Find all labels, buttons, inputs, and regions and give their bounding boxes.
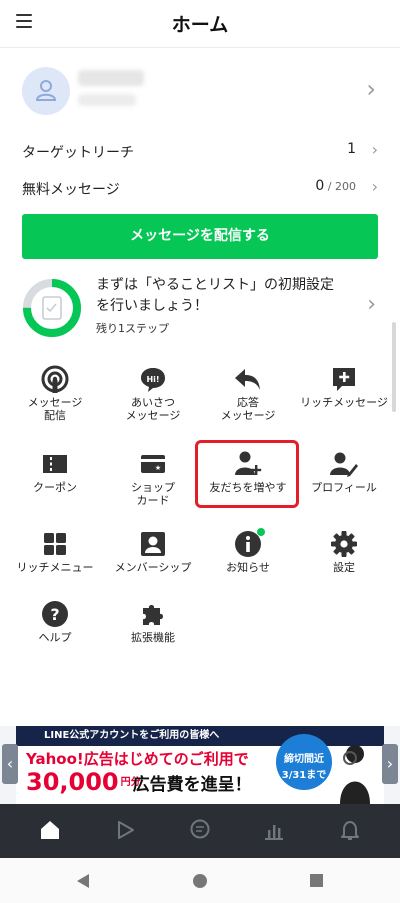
stat-value: 1 — [347, 141, 356, 157]
menu-label: ショップ カード — [131, 481, 175, 507]
highlight-box — [195, 440, 299, 508]
coupon-icon — [43, 455, 67, 473]
menu-label: 設定 — [333, 561, 355, 574]
bell-icon — [341, 821, 359, 840]
menu-item-settings[interactable]: 設定 — [294, 530, 394, 610]
todo-remaining: 残り1ステップ — [96, 322, 169, 335]
recents-icon[interactable] — [309, 873, 324, 888]
send-message-button[interactable]: メッセージを配信する — [22, 214, 378, 259]
menu-label: クーポン — [33, 481, 77, 494]
tab-chat-start[interactable] — [85, 804, 165, 858]
account-row[interactable]: › — [0, 60, 400, 124]
account-name-redacted — [78, 70, 144, 86]
puzzle-icon — [143, 605, 163, 625]
menu-item-shop-card[interactable]: ★ ショップ カード — [103, 450, 203, 530]
menu-label: 応答 メッセージ — [220, 396, 276, 422]
rich-message-icon — [333, 368, 355, 391]
play-icon — [118, 821, 134, 839]
menu-label: リッチメッセージ — [300, 396, 388, 409]
svg-text:Hi!: Hi! — [146, 375, 159, 384]
account-id-redacted — [78, 94, 136, 106]
chevron-right-icon: › — [366, 75, 376, 103]
banner-next-button[interactable]: › — [382, 744, 398, 784]
back-icon[interactable] — [76, 873, 90, 889]
menu-item-rich-menu[interactable]: リッチメニュー — [5, 530, 105, 610]
menu-item-notices[interactable]: お知らせ — [198, 530, 298, 610]
chevron-right-icon: › — [371, 177, 378, 196]
banner-content: LINE公式アカウントをご利用の皆様へ Yahoo!広告はじめてのご利用で 30… — [16, 726, 384, 804]
home-circle-icon[interactable] — [192, 873, 208, 889]
menu-label: メンバーシップ — [114, 561, 192, 574]
tab-notifications[interactable] — [310, 804, 390, 858]
menu-item-membership[interactable]: メンバーシップ — [103, 530, 203, 610]
membership-icon — [141, 532, 165, 556]
reply-icon — [235, 369, 260, 390]
svg-text:★: ★ — [155, 464, 161, 472]
chat-icon — [190, 819, 210, 839]
chart-icon — [265, 825, 283, 840]
menu-item-reply[interactable]: 応答 メッセージ — [198, 365, 298, 445]
stat-label: ターゲットリーチ — [22, 145, 134, 161]
person-illustration — [340, 745, 370, 804]
banner-headline: Yahoo!広告はじめてのご利用で — [26, 750, 249, 768]
chevron-right-icon: › — [367, 292, 376, 317]
home-icon — [41, 821, 59, 839]
progress-ring — [23, 279, 81, 337]
deadline-badge: 締切間近 3/31まで — [276, 734, 332, 790]
menu-item-coupon[interactable]: クーポン — [5, 450, 105, 530]
svg-text:?: ? — [50, 605, 59, 624]
tab-home[interactable] — [10, 804, 90, 858]
menu-item-extensions[interactable]: 拡張機能 — [103, 600, 203, 680]
banner-offer: 30,000 円分広告費を進呈！ — [26, 768, 252, 796]
menu-item-profile[interactable]: プロフィール — [294, 450, 394, 530]
banner-top-text: LINE公式アカウントをご利用の皆様へ — [44, 730, 220, 741]
menu-label: リッチメニュー — [16, 561, 94, 574]
ad-banner[interactable]: LINE公式アカウントをご利用の皆様へ Yahoo!広告はじめてのご利用で 30… — [0, 726, 400, 804]
bottom-tab-bar — [0, 804, 400, 858]
help-icon: ? — [42, 601, 68, 627]
menu-label: あいさつ メッセージ — [125, 396, 181, 422]
system-navigation-bar — [0, 858, 400, 903]
menu-label: メッセージ 配信 — [27, 396, 83, 422]
menu-label: お知らせ — [226, 561, 270, 574]
page-title: ホーム — [171, 14, 229, 36]
chevron-right-icon: › — [371, 140, 378, 159]
menu-item-greeting[interactable]: Hi! あいさつ メッセージ — [103, 365, 203, 445]
banner-prev-button[interactable]: ‹ — [2, 744, 18, 784]
stat-free-messages[interactable]: 無料メッセージ 0 / 200 › — [22, 173, 378, 203]
todo-list-card[interactable]: まずは「やることリスト」の初期設定を行いましょう！ 残り1ステップ › — [0, 270, 400, 345]
stat-target-reach[interactable]: ターゲットリーチ 1 › — [22, 136, 378, 166]
user-icon — [36, 80, 56, 101]
gear-icon — [331, 531, 357, 557]
menu-item-rich-message[interactable]: リッチメッセージ — [294, 365, 394, 445]
avatar — [22, 67, 70, 115]
stat-label: 無料メッセージ — [22, 182, 120, 198]
broadcast-icon — [41, 365, 69, 393]
greeting-icon: Hi! — [141, 368, 165, 392]
tab-analytics[interactable] — [234, 804, 314, 858]
stat-value: 0 / 200 — [315, 178, 356, 194]
profile-icon — [330, 452, 358, 477]
shop-card-icon: ★ — [141, 455, 165, 473]
app-header: ホーム — [0, 0, 400, 48]
menu-item-broadcast[interactable]: メッセージ 配信 — [5, 365, 105, 445]
menu-item-help[interactable]: ? ヘルプ — [5, 600, 105, 680]
todo-title: まずは「やることリスト」の初期設定を行いましょう！ — [96, 277, 334, 314]
menu-label: プロフィール — [311, 481, 377, 494]
tab-chat[interactable] — [160, 804, 240, 858]
rich-menu-icon — [44, 533, 66, 555]
menu-label: ヘルプ — [38, 631, 72, 644]
notification-badge — [257, 528, 265, 536]
menu-label: 拡張機能 — [131, 631, 175, 644]
